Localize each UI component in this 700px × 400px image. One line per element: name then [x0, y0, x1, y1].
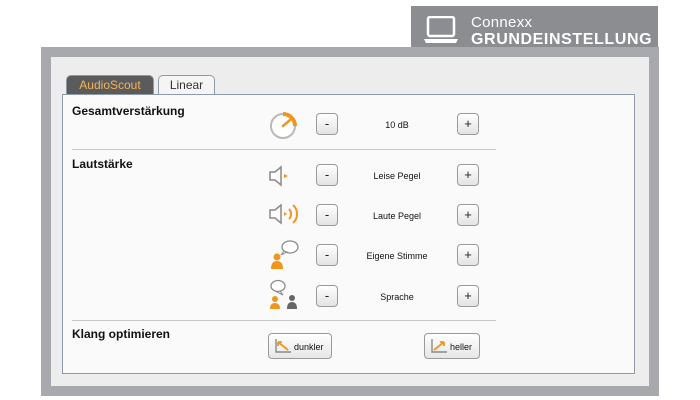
loud-level-label: Laute Pegel — [372, 211, 422, 221]
quiet-level-plus-button[interactable]: + — [457, 164, 479, 186]
speech-icon — [270, 279, 297, 309]
own-voice-label: Eigene Stimme — [366, 251, 428, 261]
own-voice-minus-button[interactable]: - — [316, 244, 338, 266]
loud-level-minus-button[interactable]: - — [316, 204, 338, 226]
loud-level-plus-button[interactable]: + — [457, 204, 479, 226]
overall-gain-plus-button[interactable]: + — [457, 113, 479, 135]
speech-plus-button[interactable]: + — [457, 285, 479, 307]
brand-name: Connexx — [471, 14, 533, 31]
brighter-label: heller — [450, 342, 473, 352]
separator — [72, 149, 496, 150]
speech-minus-button[interactable]: - — [316, 285, 338, 307]
own-voice-plus-button[interactable]: + — [457, 244, 479, 266]
darker-label: dunkler — [294, 342, 324, 352]
quiet-level-label: Leise Pegel — [373, 171, 421, 181]
quiet-level-minus-button[interactable]: - — [316, 164, 338, 186]
overall-gain-minus-button[interactable]: - — [316, 113, 338, 135]
overall-gain-value: 10 dB — [385, 120, 409, 130]
volume-title: Lautstärke — [72, 157, 133, 171]
gain-dial-icon — [270, 112, 297, 139]
tone-brighter-icon — [431, 339, 447, 353]
sound-optimize-title: Klang optimieren — [72, 327, 171, 341]
tab-audioscout[interactable]: AudioScout — [66, 75, 154, 94]
product-badge: Connexx GRUNDEINSTELLUNG — [411, 6, 658, 53]
quiet-speaker-icon — [269, 165, 288, 187]
loud-speaker-icon — [269, 203, 299, 225]
brighter-button[interactable]: heller — [424, 333, 480, 359]
separator — [72, 320, 496, 321]
own-voice-icon — [271, 240, 299, 269]
overall-gain-title: Gesamtverstärkung — [72, 104, 185, 118]
speech-label: Sprache — [380, 292, 414, 302]
darker-button[interactable]: dunkler — [268, 333, 332, 359]
tone-darker-icon — [275, 339, 291, 353]
laptop-icon — [424, 16, 458, 43]
tab-linear[interactable]: Linear — [158, 75, 215, 94]
